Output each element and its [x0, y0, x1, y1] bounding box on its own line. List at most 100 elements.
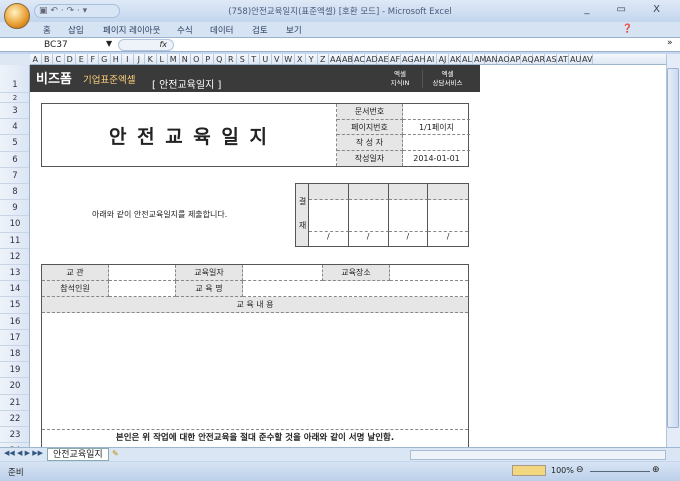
help-icon[interactable]: ❓ — [622, 24, 633, 34]
select-all-corner[interactable] — [0, 54, 30, 65]
sheet-nav-arrows[interactable]: ◀◀ ◀ ▶ ▶▶ — [4, 449, 43, 457]
signature-cell[interactable] — [348, 200, 389, 232]
column-header[interactable]: AT — [557, 54, 569, 64]
column-header[interactable]: AV — [581, 54, 593, 64]
column-header[interactable]: G — [99, 54, 111, 64]
row-header[interactable]: 3 — [0, 103, 29, 120]
column-header[interactable]: K — [145, 54, 157, 64]
tab-page-layout[interactable]: 페이지 레이아웃 — [103, 24, 160, 36]
name-box[interactable]: BC37 — [2, 39, 117, 51]
excel-knowledge-button[interactable]: 엑셀 지식IN — [382, 70, 418, 88]
expand-icon[interactable]: » — [667, 38, 673, 48]
column-header[interactable]: AQ — [521, 54, 534, 64]
column-header[interactable]: R — [226, 54, 237, 64]
edu-date-value[interactable] — [243, 265, 323, 281]
column-header[interactable]: AC — [353, 54, 365, 64]
tab-view[interactable]: 보기 — [286, 24, 302, 36]
zoom-slider[interactable] — [590, 471, 650, 472]
column-header[interactable]: D — [65, 54, 76, 64]
column-header[interactable]: F — [88, 54, 99, 64]
signature-cell[interactable] — [388, 200, 429, 232]
edu-place-value[interactable] — [390, 265, 468, 281]
column-header[interactable]: AN — [485, 54, 497, 64]
doc-number-value[interactable] — [403, 104, 470, 120]
row-header[interactable]: 14 — [0, 281, 29, 298]
row-header[interactable]: 9 — [0, 200, 29, 217]
tab-data[interactable]: 데이터 — [210, 24, 233, 36]
row-header[interactable]: 12 — [0, 249, 29, 265]
sheet-tab-active[interactable]: 안전교육일지 — [47, 448, 109, 461]
column-header[interactable]: N — [180, 54, 191, 64]
row-header[interactable]: 6 — [0, 152, 29, 168]
zoom-out-icon[interactable]: ⊖ — [576, 465, 584, 475]
approval-grid[interactable]: / / / / — [309, 184, 468, 246]
column-header[interactable]: AO — [497, 54, 510, 64]
tab-insert[interactable]: 삽입 — [68, 24, 84, 36]
row-header[interactable]: 16 — [0, 314, 29, 330]
column-header[interactable]: L — [157, 54, 168, 64]
row-header[interactable]: 21 — [0, 395, 29, 411]
row-header[interactable]: 1 — [0, 65, 29, 93]
column-header[interactable]: W — [283, 54, 295, 64]
column-header[interactable]: A — [30, 54, 42, 64]
horizontal-scrollbar[interactable] — [410, 450, 666, 460]
sign-date[interactable]: / — [349, 232, 389, 246]
approver-title[interactable] — [428, 184, 468, 200]
column-headers[interactable]: A B C D E F G H I J K L M N O P Q R S T U V W X Y Z AA AB AC AD AE AF AG… — [30, 54, 666, 65]
row-header[interactable]: 23 — [0, 427, 29, 444]
row-header[interactable]: 5 — [0, 135, 29, 152]
column-header[interactable]: I — [122, 54, 134, 64]
column-header[interactable]: AD — [365, 54, 378, 64]
office-button[interactable] — [4, 3, 30, 29]
signature-cell[interactable] — [309, 200, 349, 232]
date-value[interactable]: 2014-01-01 — [403, 151, 470, 166]
row-header[interactable]: 13 — [0, 265, 29, 282]
column-header[interactable]: Q — [214, 54, 226, 64]
column-header[interactable]: S — [237, 54, 249, 64]
sign-date[interactable]: / — [428, 232, 468, 246]
course-value[interactable] — [243, 281, 468, 297]
row-header[interactable]: 10 — [0, 216, 29, 233]
row-header[interactable]: 7 — [0, 168, 29, 184]
tab-home[interactable]: 홈 — [43, 24, 51, 36]
vertical-scroll-thumb[interactable] — [667, 68, 679, 428]
sign-date[interactable]: / — [389, 232, 429, 246]
column-header[interactable]: C — [53, 54, 65, 64]
column-header[interactable]: M — [168, 54, 180, 64]
row-header[interactable]: 4 — [0, 119, 29, 136]
column-header[interactable]: AL — [461, 54, 473, 64]
tab-formulas[interactable]: 수식 — [177, 24, 193, 36]
column-header[interactable]: AR — [533, 54, 545, 64]
column-header[interactable]: AU — [569, 54, 581, 64]
worksheet-grid[interactable]: 비즈폼 기업표준엑셀 [ 안전교육일지 ] 엑셀 지식IN 엑셀 상담서비스 안 전… — [30, 65, 666, 447]
column-header[interactable]: Y — [306, 54, 318, 64]
column-header[interactable]: AI — [425, 54, 437, 64]
row-header[interactable]: 8 — [0, 184, 29, 201]
quick-access-toolbar[interactable]: ▣ ↶ · ↷ · ▾ — [34, 4, 120, 18]
column-header[interactable]: AE — [377, 54, 389, 64]
column-header[interactable]: J — [134, 54, 145, 64]
insert-function-button[interactable]: fx — [118, 39, 174, 51]
view-buttons[interactable] — [512, 465, 546, 476]
window-controls[interactable]: _ ▭ X — [584, 4, 672, 15]
column-header[interactable]: P — [203, 54, 214, 64]
consult-service-button[interactable]: 엑셀 상담서비스 — [422, 70, 472, 88]
column-header[interactable]: T — [249, 54, 260, 64]
content-area[interactable] — [42, 313, 468, 430]
column-header[interactable]: AA — [329, 54, 341, 64]
approver-title[interactable] — [388, 184, 429, 200]
approver-title[interactable] — [309, 184, 349, 200]
column-header[interactable]: AG — [401, 54, 414, 64]
page-number-value[interactable]: 1/1페이지 — [403, 120, 470, 135]
column-header[interactable]: AM — [473, 54, 486, 64]
row-header[interactable]: 15 — [0, 297, 29, 314]
column-header[interactable]: AK — [449, 54, 461, 64]
row-header[interactable]: 22 — [0, 411, 29, 427]
column-header[interactable]: H — [111, 54, 122, 64]
column-header[interactable]: AH — [413, 54, 426, 64]
column-header[interactable]: AF — [389, 54, 401, 64]
row-header[interactable]: 17 — [0, 330, 29, 346]
insert-sheet-icon[interactable]: ✎ — [112, 449, 119, 458]
signature-cell[interactable] — [428, 200, 468, 232]
column-header[interactable]: E — [76, 54, 88, 64]
